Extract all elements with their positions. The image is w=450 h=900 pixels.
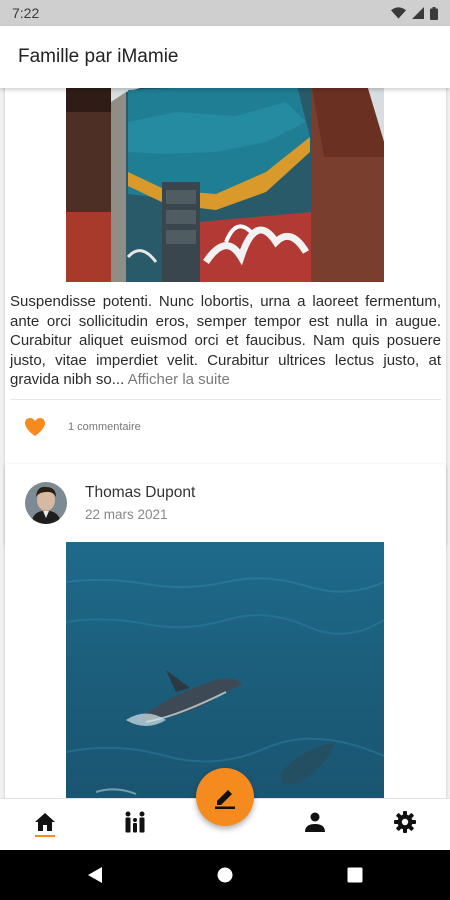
system-back-button[interactable] (83, 863, 107, 887)
like-button[interactable] (23, 415, 47, 439)
person-icon (305, 812, 325, 832)
divider (10, 399, 441, 400)
nav-settings[interactable] (390, 807, 420, 837)
avatar-image (25, 482, 67, 524)
home-circle-icon (217, 867, 233, 883)
nav-home[interactable] (30, 807, 60, 837)
recents-square-icon (347, 867, 363, 883)
post-photo[interactable] (66, 542, 384, 798)
app-bar: Famille par iMamie (0, 26, 450, 88)
status-time: 7:22 (12, 5, 40, 21)
signal-icon (412, 7, 424, 19)
edit-icon (215, 790, 235, 809)
nav-profile[interactable] (300, 807, 330, 837)
nav-family[interactable] (120, 807, 150, 837)
post-text: Suspendisse potenti. Nunc lobortis, urna… (10, 292, 441, 390)
post-photo[interactable] (66, 88, 384, 282)
system-home-button[interactable] (213, 863, 237, 887)
gear-icon (394, 811, 416, 833)
show-more-link[interactable]: Afficher la suite (128, 371, 230, 388)
author-name: Thomas Dupont (85, 484, 196, 501)
feed[interactable]: Suspendisse potenti. Nunc lobortis, urna… (0, 88, 450, 798)
back-triangle-icon (88, 867, 102, 883)
system-recents-button[interactable] (343, 863, 367, 887)
app-title: Famille par iMamie (18, 46, 179, 67)
home-icon (35, 813, 55, 831)
family-icon (125, 811, 145, 833)
active-tab-indicator (35, 835, 55, 837)
building-photo (66, 88, 384, 282)
comment-count[interactable]: 1 commentaire (68, 421, 141, 433)
avatar[interactable] (25, 482, 67, 524)
post-card: Thomas Dupont 22 mars 2021 (5, 464, 446, 798)
post-date: 22 mars 2021 (85, 507, 168, 522)
wifi-icon (391, 7, 406, 19)
status-icons (391, 6, 438, 20)
heart-icon (25, 418, 45, 436)
system-navigation-bar (0, 850, 450, 900)
status-bar: 7:22 (0, 0, 450, 26)
dolphin-photo (66, 542, 384, 798)
battery-icon (430, 6, 438, 20)
new-post-button[interactable] (196, 768, 254, 826)
